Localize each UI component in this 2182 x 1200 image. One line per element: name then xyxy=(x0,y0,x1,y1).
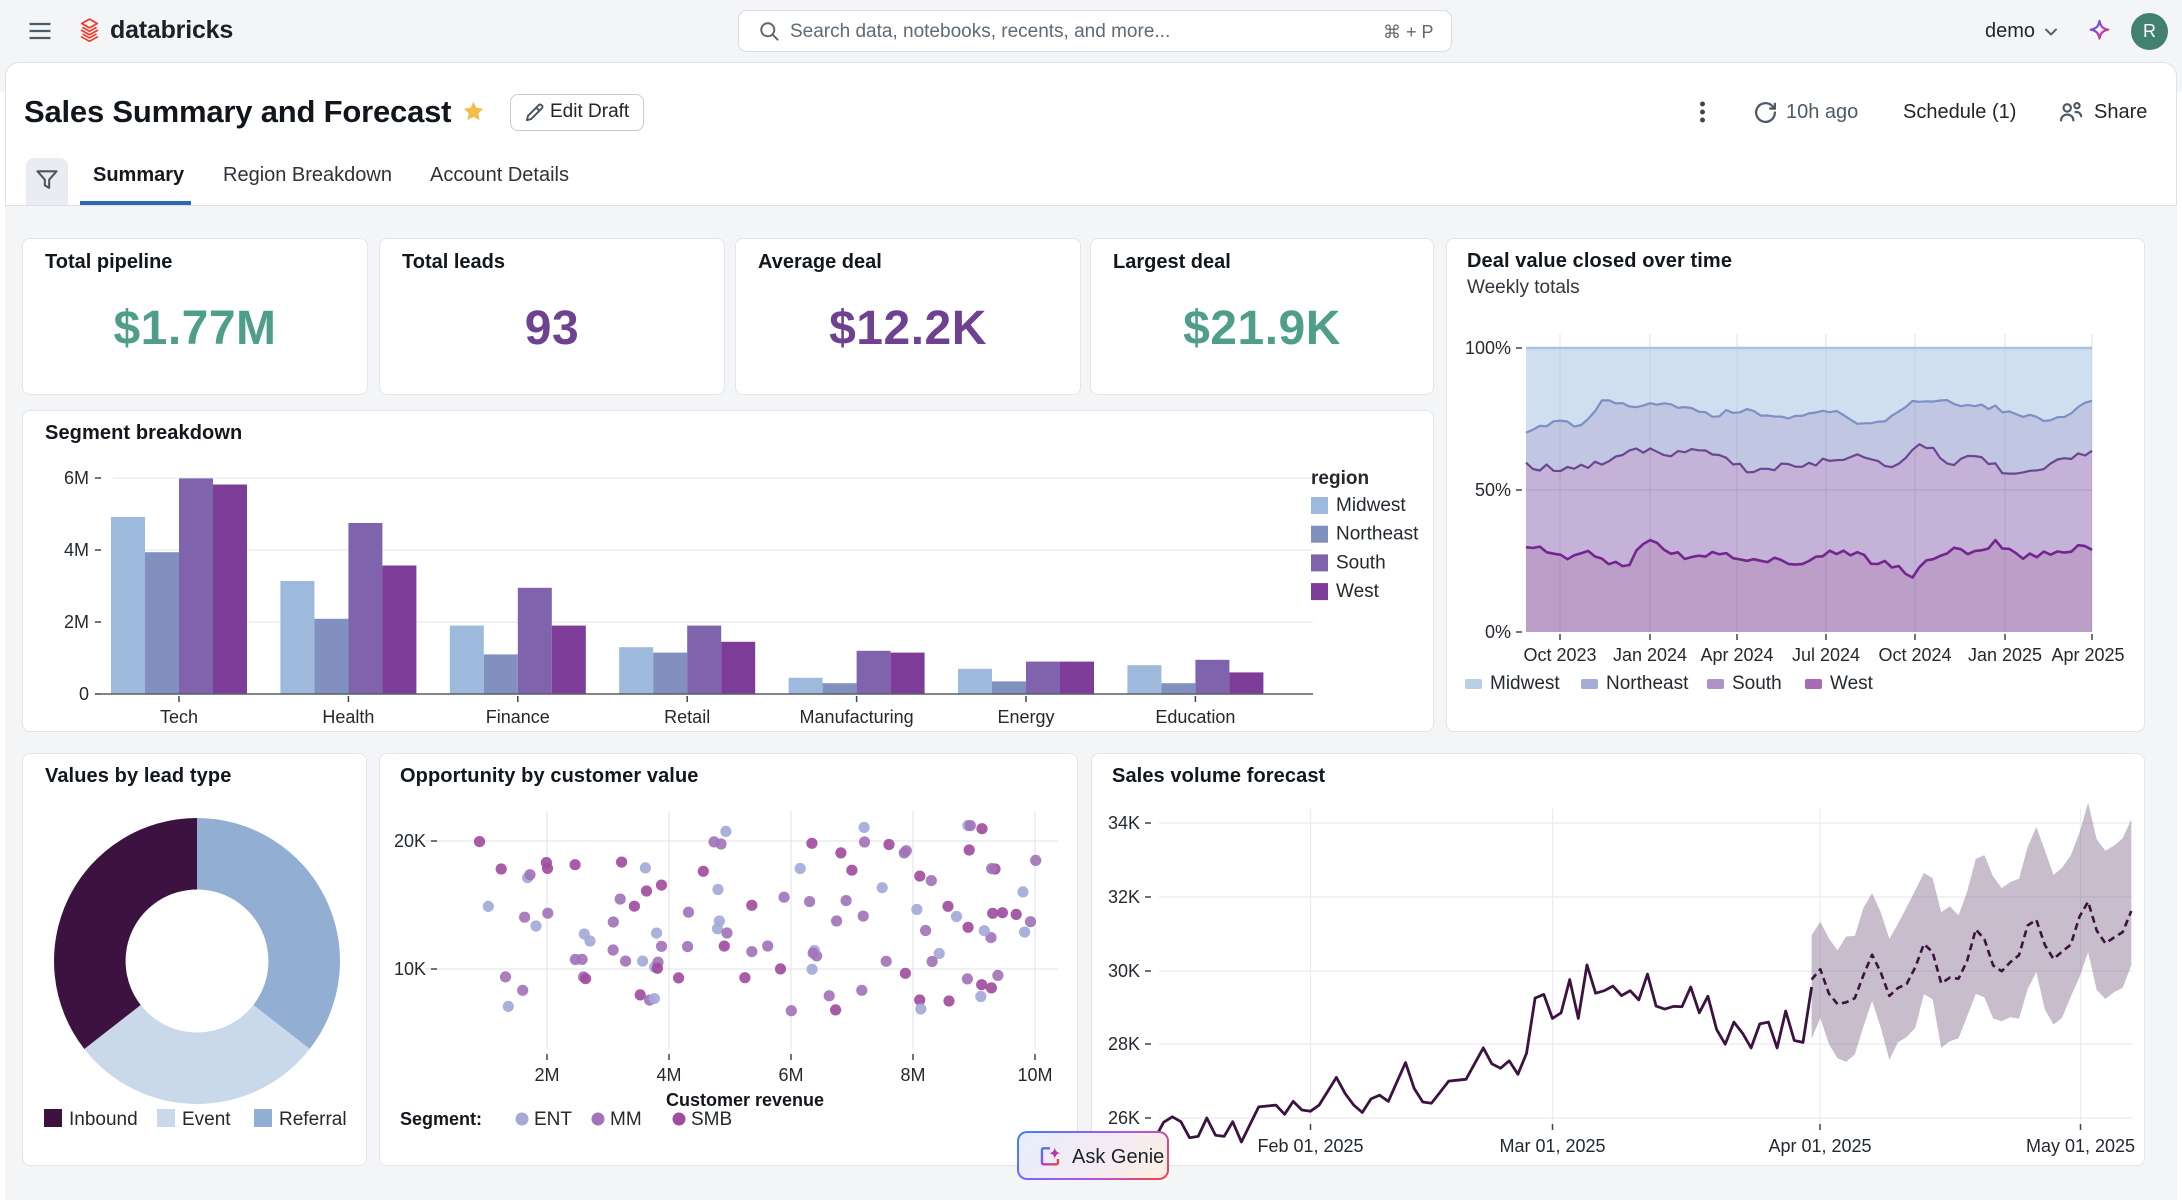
svg-text:South: South xyxy=(1732,673,1782,694)
svg-text:region: region xyxy=(1311,468,1369,489)
svg-text:Event: Event xyxy=(182,1109,231,1130)
svg-text:Referral: Referral xyxy=(279,1109,347,1130)
svg-text:Tech: Tech xyxy=(160,707,198,727)
svg-text:4M: 4M xyxy=(64,540,89,560)
svg-text:Jan 2025: Jan 2025 xyxy=(1968,645,2042,665)
svg-text:Manufacturing: Manufacturing xyxy=(800,707,914,727)
svg-text:MM: MM xyxy=(610,1109,642,1130)
svg-text:Apr 2025: Apr 2025 xyxy=(2051,645,2124,665)
svg-text:50%: 50% xyxy=(1475,480,1511,500)
svg-text:28K: 28K xyxy=(1108,1034,1140,1054)
svg-text:20K: 20K xyxy=(394,831,426,851)
svg-text:10K: 10K xyxy=(394,959,426,979)
svg-text:Northeast: Northeast xyxy=(1336,524,1419,545)
svg-text:32K: 32K xyxy=(1108,887,1140,907)
svg-text:2M: 2M xyxy=(534,1065,559,1085)
svg-text:West: West xyxy=(1336,581,1380,602)
svg-text:Customer revenue: Customer revenue xyxy=(666,1090,824,1110)
svg-text:Retail: Retail xyxy=(664,707,710,727)
svg-text:34K: 34K xyxy=(1108,813,1140,833)
svg-text:Jul 2024: Jul 2024 xyxy=(1792,645,1860,665)
svg-text:10M: 10M xyxy=(1017,1065,1052,1085)
svg-text:0%: 0% xyxy=(1485,622,1511,642)
svg-text:West: West xyxy=(1830,673,1874,694)
svg-text:Health: Health xyxy=(322,707,374,727)
svg-text:Oct 2023: Oct 2023 xyxy=(1523,645,1596,665)
svg-text:South: South xyxy=(1336,552,1386,573)
svg-text:2M: 2M xyxy=(64,612,89,632)
svg-text:Education: Education xyxy=(1155,707,1235,727)
svg-text:Energy: Energy xyxy=(997,707,1054,727)
svg-text:100%: 100% xyxy=(1465,338,1511,358)
svg-text:6M: 6M xyxy=(778,1065,803,1085)
svg-text:Apr 01, 2025: Apr 01, 2025 xyxy=(1768,1136,1871,1156)
svg-text:Midwest: Midwest xyxy=(1336,495,1406,516)
svg-text:Midwest: Midwest xyxy=(1490,673,1560,694)
svg-text:Oct 2024: Oct 2024 xyxy=(1878,645,1951,665)
svg-text:26K: 26K xyxy=(1108,1108,1140,1128)
svg-text:30K: 30K xyxy=(1108,961,1140,981)
svg-text:Apr 2024: Apr 2024 xyxy=(1700,645,1773,665)
svg-text:4M: 4M xyxy=(656,1065,681,1085)
svg-text:May 01, 2025: May 01, 2025 xyxy=(2026,1136,2135,1156)
svg-text:Segment:: Segment: xyxy=(400,1109,482,1129)
svg-text:Northeast: Northeast xyxy=(1606,673,1689,694)
svg-text:Mar 01, 2025: Mar 01, 2025 xyxy=(1499,1136,1605,1156)
svg-text:8M: 8M xyxy=(900,1065,925,1085)
svg-text:ENT: ENT xyxy=(534,1109,572,1130)
svg-text:SMB: SMB xyxy=(691,1109,732,1130)
svg-text:Finance: Finance xyxy=(486,707,550,727)
svg-text:Feb 01, 2025: Feb 01, 2025 xyxy=(1257,1136,1363,1156)
svg-text:Inbound: Inbound xyxy=(69,1109,138,1130)
svg-text:0: 0 xyxy=(79,684,89,704)
svg-text:Jan 2024: Jan 2024 xyxy=(1613,645,1687,665)
svg-text:6M: 6M xyxy=(64,468,89,488)
